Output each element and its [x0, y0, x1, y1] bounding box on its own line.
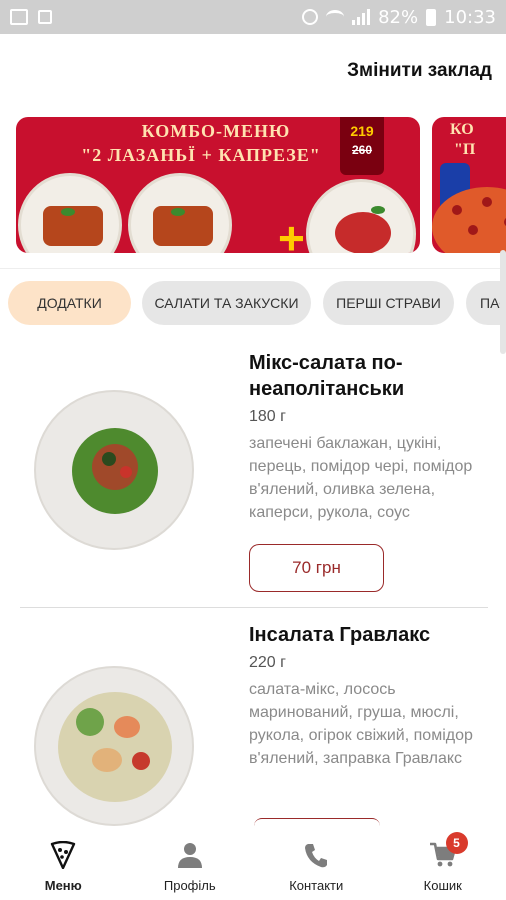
- dish-image: [34, 390, 194, 550]
- nav-label: Контакти: [289, 878, 344, 893]
- banner-price-old: 260: [351, 143, 373, 157]
- person-icon: [175, 840, 205, 870]
- battery-percent: 82%: [378, 6, 419, 28]
- caprese-plate-image: [306, 179, 416, 253]
- add-to-cart-price-button[interactable]: 70 грн: [249, 544, 384, 592]
- banner-subtitle: "2 ЛАЗАНЬЇ + КАПРЕЗЕ": [81, 145, 321, 165]
- price-button-partial[interactable]: [254, 818, 380, 826]
- alarm-icon: [302, 9, 319, 25]
- lasagna-plate-image: [18, 173, 122, 253]
- bottom-navigation: Меню Профіль Контакти 5 Кошик: [0, 826, 506, 900]
- pizza-slice-icon: [48, 840, 78, 870]
- clock: 10:33: [444, 6, 496, 28]
- banner-title: КО: [450, 121, 474, 138]
- dish-image: [34, 666, 194, 826]
- wifi-icon: [326, 10, 345, 24]
- banner-price-new: 219: [350, 123, 374, 139]
- nav-cart[interactable]: 5 Кошик: [380, 826, 506, 900]
- nav-profile[interactable]: Профіль: [127, 826, 254, 900]
- dish-weight: 180 г: [249, 408, 286, 425]
- nav-label: Профіль: [163, 878, 216, 893]
- phone-icon: [301, 840, 331, 870]
- tab-first-courses[interactable]: ПЕРШІ СТРАВИ: [323, 281, 454, 325]
- nav-label: Меню: [44, 878, 82, 893]
- nav-menu[interactable]: Меню: [0, 826, 127, 900]
- dish-description: запечені баклажан, цукіні, перець, помід…: [249, 435, 473, 521]
- banner-title: КОМБО-МЕНЮ: [141, 121, 291, 141]
- promo-banner-pizza[interactable]: КО "П: [432, 117, 506, 253]
- gallery-notification-icon: [10, 9, 28, 25]
- nav-label: Кошик: [423, 878, 462, 893]
- tab-salads-and-snacks[interactable]: САЛАТИ ТА ЗАКУСКИ: [142, 281, 311, 325]
- menu-item[interactable]: Мікс-салата по-неаполітанськи 180 г запе…: [0, 346, 506, 606]
- promo-banner-combo[interactable]: КОМБО-МЕНЮ "2 ЛАЗАНЬЇ + КАПРЕЗЕ" 219 260…: [16, 117, 420, 253]
- change-venue-button[interactable]: Змінити заклад: [347, 60, 492, 82]
- menu-item[interactable]: Інсалата Гравлакс 220 г салата-мікс, лос…: [0, 608, 506, 826]
- dish-weight: 220 г: [249, 654, 286, 671]
- header: Змінити заклад: [0, 34, 506, 110]
- divider: [0, 268, 506, 269]
- image-notification-icon: [38, 10, 52, 24]
- dish-description: салата-мікс, лосось маринований, груша, …: [249, 681, 473, 767]
- dish-name: Мікс-салата по-неаполітанськи: [249, 352, 405, 400]
- signal-icon: [352, 9, 371, 25]
- scroll-indicator[interactable]: [500, 250, 506, 354]
- dish-name: Інсалата Гравлакс: [249, 624, 431, 646]
- nav-contacts[interactable]: Контакти: [253, 826, 380, 900]
- lasagna-plate-image: [128, 173, 232, 253]
- tab-additions[interactable]: ДОДАТКИ: [8, 281, 131, 325]
- battery-icon: [426, 8, 437, 26]
- cart-count-badge: 5: [445, 832, 468, 854]
- category-tabs: ДОДАТКИ САЛАТИ ТА ЗАКУСКИ ПЕРШІ СТРАВИ П…: [0, 281, 506, 327]
- banner-plus-sign: +: [278, 212, 305, 253]
- status-bar: 82% 10:33: [0, 0, 506, 34]
- banner-price-tag: 219 260: [340, 117, 384, 175]
- banner-subtitle: "П: [454, 141, 476, 158]
- promo-carousel[interactable]: КОМБО-МЕНЮ "2 ЛАЗАНЬЇ + КАПРЕЗЕ" 219 260…: [0, 117, 506, 253]
